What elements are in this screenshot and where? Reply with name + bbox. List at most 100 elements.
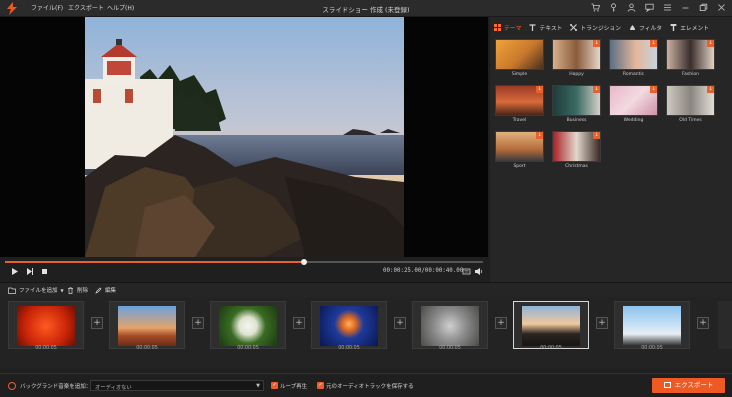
clip-koala[interactable] — [412, 301, 488, 349]
clip-thumbnail — [623, 306, 681, 346]
tab-element[interactable]: エレメント — [670, 23, 709, 32]
insert-slot-button[interactable]: + — [495, 317, 507, 329]
theme-label: Wedding — [623, 118, 644, 123]
next-frame-icon[interactable] — [25, 267, 34, 276]
audio-select-value: オーディオない — [95, 385, 132, 391]
download-icon[interactable]: ↓ — [593, 86, 600, 93]
effects-panel: テーマ テキスト トランジション フィルタ エレメント Simple ↓ Hap… — [490, 17, 732, 282]
insert-slot-button[interactable]: + — [293, 317, 305, 329]
delete-label: 削除 — [77, 288, 89, 294]
play-icon[interactable] — [10, 267, 19, 276]
export-label: エクスポート — [674, 381, 714, 389]
clip-thumbnail — [17, 306, 75, 346]
close-icon[interactable] — [717, 3, 726, 12]
theme-happy[interactable]: ↓ Happy — [552, 39, 601, 81]
restore-icon[interactable] — [699, 3, 708, 12]
theme-fashion[interactable]: ↓ Fashion — [666, 39, 715, 81]
tab-filter[interactable]: フィルタ — [629, 23, 662, 32]
app-window: ファイル(F) エクスポート ヘルプ(H) スライドショー 作成 (未登録) 0… — [0, 0, 732, 397]
edit-icon — [95, 287, 102, 294]
bg-music-label: バックグランド音楽を追加： — [20, 384, 92, 390]
delete-button[interactable]: 削除 — [67, 286, 88, 294]
edit-label: 編集 — [105, 288, 117, 294]
theme-business[interactable]: ↓ Business — [552, 85, 601, 127]
transition-icon — [570, 24, 578, 31]
download-icon[interactable]: ↓ — [536, 132, 543, 139]
minimize-icon[interactable] — [681, 3, 690, 12]
keep-audio-checkbox[interactable]: ✓ — [317, 382, 324, 389]
window-controls — [591, 3, 726, 13]
download-icon[interactable]: ↓ — [593, 132, 600, 139]
theme-sport[interactable]: ↓ Sport — [495, 131, 544, 173]
title-bar: ファイル(F) エクスポート ヘルプ(H) スライドショー 作成 (未登録) — [0, 0, 732, 17]
theme-romantic[interactable]: ↓ Romantic — [609, 39, 658, 81]
theme-travel[interactable]: ↓ Travel — [495, 85, 544, 127]
theme-label: Simple — [511, 72, 528, 77]
download-icon[interactable]: ↓ — [650, 86, 657, 93]
music-icon — [8, 382, 16, 390]
menu-icon[interactable] — [663, 3, 672, 12]
tab-text[interactable]: テキスト — [529, 23, 562, 32]
tab-transition[interactable]: トランジション — [570, 23, 621, 32]
add-file-button[interactable]: ファイルを追加 ▼ — [8, 286, 64, 294]
download-icon[interactable]: ↓ — [650, 40, 657, 47]
timecode: 00:00:25.00/00:00:40.00 — [383, 268, 464, 274]
download-icon[interactable]: ↓ — [707, 86, 714, 93]
edit-button[interactable]: 編集 — [95, 286, 116, 294]
trash-icon — [68, 286, 73, 294]
clip-jellyfish[interactable] — [311, 301, 387, 349]
insert-slot-button[interactable]: + — [91, 317, 103, 329]
insert-slot-button[interactable]: + — [697, 317, 709, 329]
key-icon[interactable] — [609, 3, 618, 12]
bottom-bar: バックグランド音楽を追加： オーディオない ▼ ✓ ループ再生 ✓ 元のオーディ… — [0, 373, 732, 397]
clip-duration: 00:00:05 — [136, 346, 158, 351]
theme-simple[interactable]: Simple — [495, 39, 544, 81]
tab-label: トランジション — [580, 26, 622, 32]
add-file-label: ファイルを追加 — [19, 288, 58, 294]
volume-icon[interactable] — [474, 267, 483, 276]
chevron-down-icon: ▼ — [256, 383, 260, 389]
theme-christmas[interactable]: ↓ Christmas — [552, 131, 601, 173]
loop-label: ループ再生 — [280, 384, 308, 390]
theme-label: Romantic — [622, 72, 645, 77]
export-icon — [663, 382, 671, 388]
clip-penguins[interactable] — [614, 301, 690, 349]
playback-progress-bar[interactable] — [5, 259, 483, 265]
preview-image — [85, 17, 404, 257]
clip-red-flower[interactable] — [8, 301, 84, 349]
progress-fill — [5, 261, 304, 263]
insert-slot-button[interactable]: + — [596, 317, 608, 329]
theme-label: Business — [566, 118, 587, 123]
folder-add-icon — [8, 287, 16, 294]
download-icon[interactable]: ↓ — [707, 40, 714, 47]
theme-old-times[interactable]: ↓ Old Times — [666, 85, 715, 127]
clip-thumbnail — [219, 306, 277, 346]
theme-icon — [494, 24, 501, 31]
tab-label: エレメント — [680, 26, 710, 32]
theme-wedding[interactable]: ↓ Wedding — [609, 85, 658, 127]
tab-label: テキスト — [539, 26, 563, 32]
player-controls: 00:00:25.00/00:00:40.00 — [0, 265, 488, 279]
audio-select[interactable]: オーディオない ▼ — [90, 380, 264, 391]
clip-duration: 00:00:05 — [237, 346, 259, 351]
insert-slot-button[interactable]: + — [192, 317, 204, 329]
clip-white-flower[interactable] — [210, 301, 286, 349]
clip-desert-canyon[interactable] — [109, 301, 185, 349]
snapshot-icon[interactable] — [462, 267, 471, 276]
clip-duration: 00:00:05 — [338, 346, 360, 351]
theme-label: Old Times — [679, 118, 702, 123]
loop-checkbox[interactable]: ✓ — [271, 382, 278, 389]
cart-icon[interactable] — [591, 3, 601, 12]
preview-area — [0, 17, 488, 257]
user-icon[interactable] — [627, 3, 636, 12]
insert-slot-button[interactable]: + — [394, 317, 406, 329]
download-icon[interactable]: ↓ — [536, 86, 543, 93]
feedback-icon[interactable] — [645, 3, 654, 13]
stop-icon[interactable] — [40, 267, 49, 276]
clip-thumbnail — [320, 306, 378, 346]
tab-theme[interactable]: テーマ — [494, 23, 521, 32]
clip-duration: 00:00:05 — [641, 346, 663, 351]
download-icon[interactable]: ↓ — [593, 40, 600, 47]
clip-lighthouse[interactable] — [513, 301, 589, 349]
export-button[interactable]: エクスポート — [652, 378, 725, 393]
